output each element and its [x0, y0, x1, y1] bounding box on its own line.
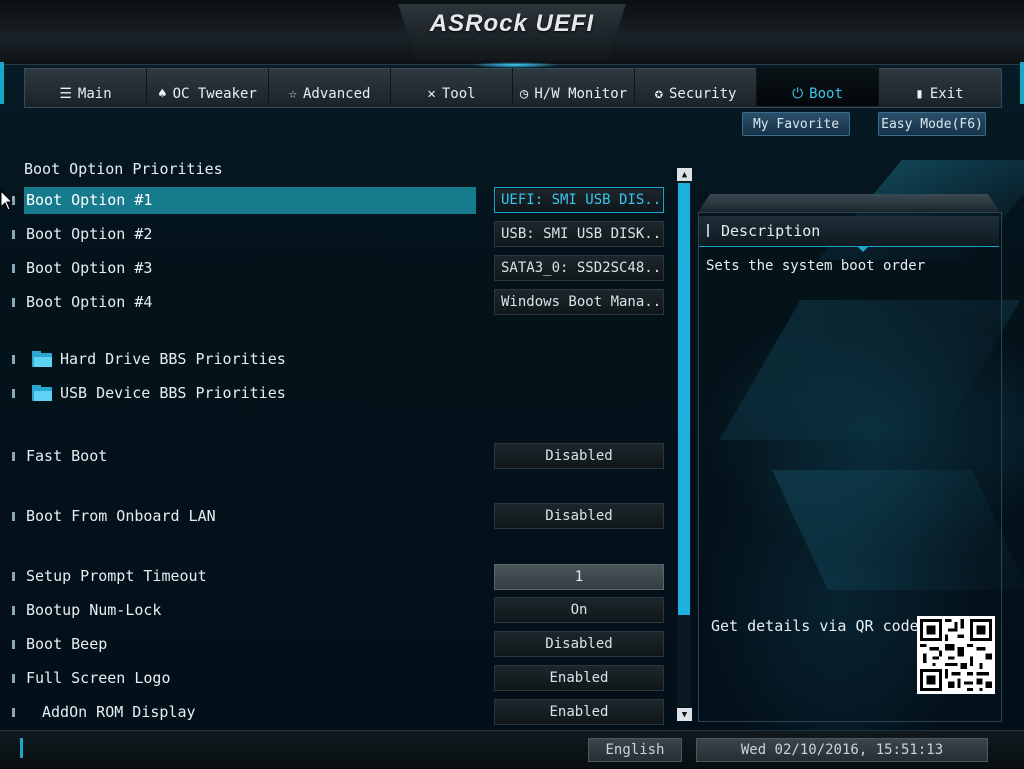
row-bullet — [12, 298, 15, 307]
description-header: Description — [699, 216, 999, 247]
row-bullet — [12, 230, 15, 239]
star-icon: ☆ — [288, 86, 297, 102]
list-icon: ☰ — [59, 86, 72, 102]
setting-label: Boot Option #3 — [26, 259, 153, 277]
right-accent — [1020, 62, 1024, 104]
exit-icon: ▮ — [915, 86, 924, 102]
folder-icon — [32, 385, 52, 401]
tab-oc-tweaker[interactable]: ♠ OC Tweaker — [147, 68, 269, 106]
row-bullet — [12, 389, 15, 398]
mouse-pointer-icon — [0, 190, 14, 211]
easy-mode-button[interactable]: Easy Mode(F6) — [878, 112, 986, 136]
tab-boot[interactable]: ⏻ Boot — [757, 68, 879, 106]
tab-exit[interactable]: ▮ Exit — [879, 68, 1000, 106]
power-icon: ⏻ — [792, 86, 804, 102]
submenu-hard-drive-bbs[interactable]: Hard Drive BBS Priorities — [0, 346, 480, 372]
header-bar-icon — [707, 224, 709, 237]
tab-label: Boot — [809, 86, 843, 102]
tab-tool[interactable]: ✕ Tool — [391, 68, 513, 106]
tab-label: Tool — [441, 86, 476, 102]
description-notch — [857, 246, 869, 252]
prompt-timeout-input[interactable]: 1 — [494, 564, 664, 590]
tab-label: Main — [77, 86, 112, 102]
tab-security[interactable]: ✪ Security — [635, 68, 757, 106]
setting-label: Boot From Onboard LAN — [26, 507, 216, 525]
tab-main[interactable]: ☰ Main — [25, 68, 147, 106]
date-time-display: Wed 02/10/2016, 15:51:13 — [696, 738, 988, 762]
setting-label: Full Screen Logo — [26, 669, 171, 687]
tab-advanced[interactable]: ☆ Advanced — [269, 68, 391, 106]
row-bullet — [12, 512, 15, 521]
qr-code-icon — [917, 616, 995, 694]
setting-bootup-num-lock[interactable]: Bootup Num-Lock — [0, 597, 480, 623]
setting-full-screen-logo[interactable]: Full Screen Logo — [0, 665, 480, 691]
submenu-usb-device-bbs[interactable]: USB Device BBS Priorities — [0, 380, 480, 406]
description-text: Sets the system boot order — [706, 258, 926, 274]
setting-label: Boot Option #1 — [26, 191, 153, 209]
setting-fast-boot[interactable]: Fast Boot — [0, 443, 480, 469]
addon-rom-display-value[interactable]: Enabled — [494, 699, 664, 725]
setting-boot-option-3[interactable]: Boot Option #3 — [0, 255, 480, 281]
setting-label: Boot Option #2 — [26, 225, 153, 243]
rocket-icon: ♠ — [158, 86, 167, 102]
tab-label: Exit — [929, 86, 964, 102]
row-bullet — [12, 674, 15, 683]
language-selector[interactable]: English — [588, 738, 682, 762]
row-bullet — [12, 606, 15, 615]
row-bullet — [12, 708, 15, 717]
description-title: Description — [721, 222, 821, 240]
tab-label: OC Tweaker — [172, 86, 257, 102]
setting-boot-option-2[interactable]: Boot Option #2 — [0, 221, 480, 247]
row-bullet — [12, 355, 15, 364]
setting-label: Hard Drive BBS Priorities — [60, 350, 286, 368]
shield-icon: ✪ — [654, 86, 663, 102]
my-favorite-button[interactable]: My Favorite — [742, 112, 850, 136]
setting-label: USB Device BBS Priorities — [60, 384, 286, 402]
full-screen-logo-value[interactable]: Enabled — [494, 665, 664, 691]
boot-option-4-value[interactable]: Windows Boot Mana... — [494, 289, 664, 315]
setting-boot-option-1[interactable]: Boot Option #1 — [0, 187, 480, 214]
scroll-down-button[interactable]: ▼ — [677, 708, 692, 721]
setting-boot-beep[interactable]: Boot Beep — [0, 631, 480, 657]
setting-label: Boot Option #4 — [26, 293, 153, 311]
tab-label: Security — [669, 86, 737, 102]
scroll-up-button[interactable]: ▲ — [677, 168, 692, 181]
onboard-lan-value[interactable]: Disabled — [494, 503, 664, 529]
qr-label: Get details via QR code — [711, 617, 919, 635]
row-bullet — [12, 452, 15, 461]
status-bar-accent — [20, 738, 23, 758]
setting-addon-rom-display[interactable]: AddOn ROM Display — [0, 699, 480, 725]
monitor-icon: ◷ — [519, 86, 529, 102]
description-panel-frame — [698, 194, 1000, 212]
asrock-uefi-logo: ASRock UEFI — [429, 10, 595, 37]
fast-boot-value[interactable]: Disabled — [494, 443, 664, 469]
boot-option-2-value[interactable]: USB: SMI USB DISK... — [494, 221, 664, 247]
setting-label: Fast Boot — [26, 447, 108, 465]
row-bullet — [12, 640, 15, 649]
setting-label: AddOn ROM Display — [42, 703, 196, 721]
setting-label: Boot Beep — [26, 635, 108, 653]
row-bullet — [12, 572, 15, 581]
boot-beep-value[interactable]: Disabled — [494, 631, 664, 657]
section-title: Boot Option Priorities — [24, 160, 223, 178]
setting-boot-from-onboard-lan[interactable]: Boot From Onboard LAN — [0, 503, 480, 529]
left-accent — [0, 62, 4, 104]
folder-icon — [32, 351, 52, 367]
wrench-icon: ✕ — [427, 86, 436, 102]
tab-hw-monitor[interactable]: ◷ H/W Monitor — [513, 68, 635, 106]
setting-label: Bootup Num-Lock — [26, 601, 162, 619]
tab-label: Advanced — [303, 86, 371, 102]
boot-option-3-value[interactable]: SATA3_0: SSD2SC48... — [494, 255, 664, 281]
setting-label: Setup Prompt Timeout — [26, 567, 207, 585]
row-bullet — [12, 264, 15, 273]
setting-boot-option-4[interactable]: Boot Option #4 — [0, 289, 480, 315]
tab-label: H/W Monitor — [534, 86, 628, 102]
scrollbar-thumb[interactable] — [678, 183, 690, 615]
num-lock-value[interactable]: On — [494, 597, 664, 623]
setting-setup-prompt-timeout[interactable]: Setup Prompt Timeout — [0, 563, 480, 589]
boot-option-1-value[interactable]: UEFI: SMI USB DIS... — [494, 187, 664, 213]
